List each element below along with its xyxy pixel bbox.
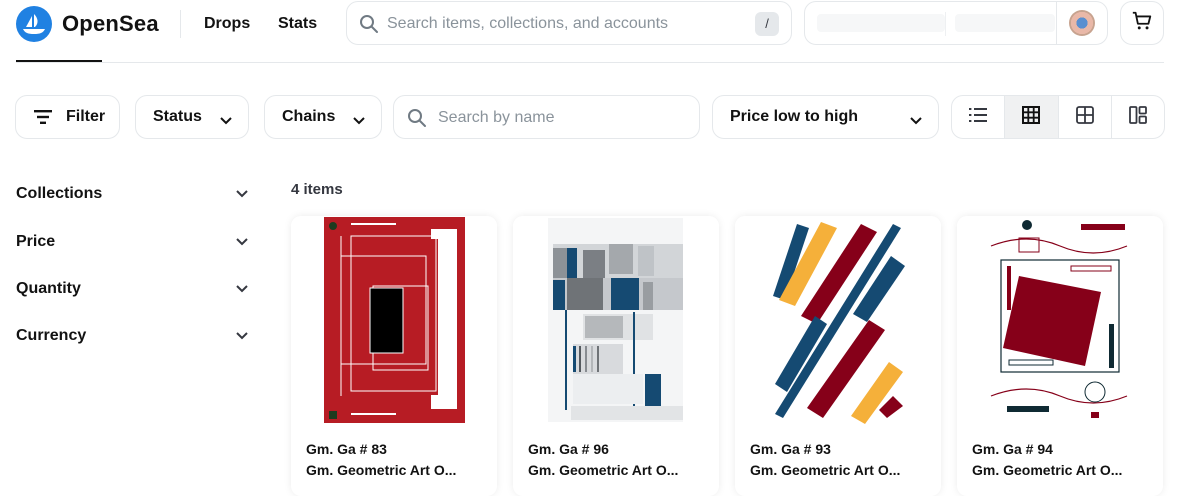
list-icon: [969, 107, 988, 127]
chevron-down-icon: [353, 112, 365, 130]
status-label: Status: [153, 108, 202, 125]
status-dropdown[interactable]: Status: [135, 95, 249, 139]
opensea-boat-icon: [16, 6, 52, 42]
chevron-down-icon: [910, 112, 922, 130]
nft-name: Gm. Ga # 96: [528, 441, 609, 457]
nft-collection: Gm. Geometric Art O...: [750, 462, 901, 478]
sidebar-item-collections[interactable]: Collections: [16, 182, 248, 206]
global-search-placeholder: Search items, collections, and accounts: [387, 15, 669, 32]
nft-card[interactable]: Gm. Ga # 96 Gm. Geometric Art O...: [513, 216, 719, 496]
wallet-divider: [945, 12, 946, 36]
tabs-divider: [16, 62, 1164, 63]
chevron-down-icon: [236, 185, 248, 203]
logo-text: OpenSea: [62, 11, 159, 36]
wallet-address-placeholder: [955, 14, 1055, 32]
mosaic-view-button[interactable]: [1112, 96, 1164, 138]
profile-button[interactable]: [1056, 2, 1107, 44]
nft-collection: Gm. Geometric Art O...: [972, 462, 1123, 478]
nft-image: [291, 216, 497, 428]
chevron-down-icon: [236, 280, 248, 298]
grid-large-view-button[interactable]: [1005, 96, 1059, 138]
sidebar-item-price[interactable]: Price: [16, 230, 248, 254]
search-shortcut-key: /: [755, 12, 779, 36]
nft-name: Gm. Ga # 83: [306, 441, 387, 457]
chains-dropdown[interactable]: Chains: [264, 95, 382, 139]
nft-collection: Gm. Geometric Art O...: [306, 462, 457, 478]
wallet-button[interactable]: [804, 1, 1108, 45]
chains-label: Chains: [282, 108, 336, 125]
wallet-balance-placeholder: [817, 14, 945, 32]
nft-image: [735, 216, 941, 428]
sort-dropdown[interactable]: Price low to high: [712, 95, 939, 139]
nft-card[interactable]: Gm. Ga # 93 Gm. Geometric Art O...: [735, 216, 941, 496]
nft-collection: Gm. Geometric Art O...: [528, 462, 679, 478]
list-view-button[interactable]: [952, 96, 1006, 138]
filter-label: Filter: [66, 108, 106, 125]
sidebar-item-label: Collections: [16, 185, 103, 202]
sort-label: Price low to high: [730, 108, 859, 125]
global-search-input[interactable]: Search items, collections, and accounts …: [346, 1, 792, 45]
sidebar-item-label: Price: [16, 233, 56, 250]
grid-small-icon: [1075, 105, 1094, 129]
nft-card[interactable]: Gm. Ga # 94 Gm. Geometric Art O...: [957, 216, 1163, 496]
mosaic-icon: [1128, 105, 1147, 129]
sidebar-item-label: Currency: [16, 327, 87, 344]
chevron-down-icon: [236, 327, 248, 345]
top-bar: OpenSea Drops Stats Search items, collec…: [0, 0, 1200, 50]
nav-drops[interactable]: Drops: [204, 15, 250, 33]
nft-card[interactable]: Gm. Ga # 83 Gm. Geometric Art O...: [291, 216, 497, 496]
sidebar-item-label: Quantity: [16, 280, 81, 297]
name-search-placeholder: Search by name: [438, 109, 555, 126]
cart-icon: [1131, 10, 1153, 37]
cart-button[interactable]: [1120, 1, 1164, 45]
opensea-logo[interactable]: OpenSea: [16, 6, 159, 42]
chevron-down-icon: [220, 112, 232, 130]
nft-image: [957, 216, 1163, 428]
search-icon: [359, 14, 379, 39]
nft-name: Gm. Ga # 94: [972, 441, 1053, 457]
filter-button[interactable]: Filter: [15, 95, 120, 139]
nav-stats[interactable]: Stats: [278, 15, 317, 33]
active-tab-indicator: [16, 60, 102, 62]
search-icon: [407, 108, 427, 133]
sidebar-item-quantity[interactable]: Quantity: [16, 277, 248, 301]
sidebar-item-currency[interactable]: Currency: [16, 324, 248, 348]
nft-image: [513, 216, 719, 428]
grid-small-view-button[interactable]: [1059, 96, 1112, 138]
grid-large-icon: [1022, 105, 1041, 129]
avatar: [1069, 10, 1095, 36]
nft-name: Gm. Ga # 93: [750, 441, 831, 457]
view-mode-toggle: [951, 95, 1165, 139]
name-search-input[interactable]: Search by name: [393, 95, 700, 139]
chevron-down-icon: [236, 233, 248, 251]
filter-icon: [34, 110, 52, 124]
nav-divider: [180, 10, 181, 38]
item-count: 4 items: [291, 181, 343, 198]
